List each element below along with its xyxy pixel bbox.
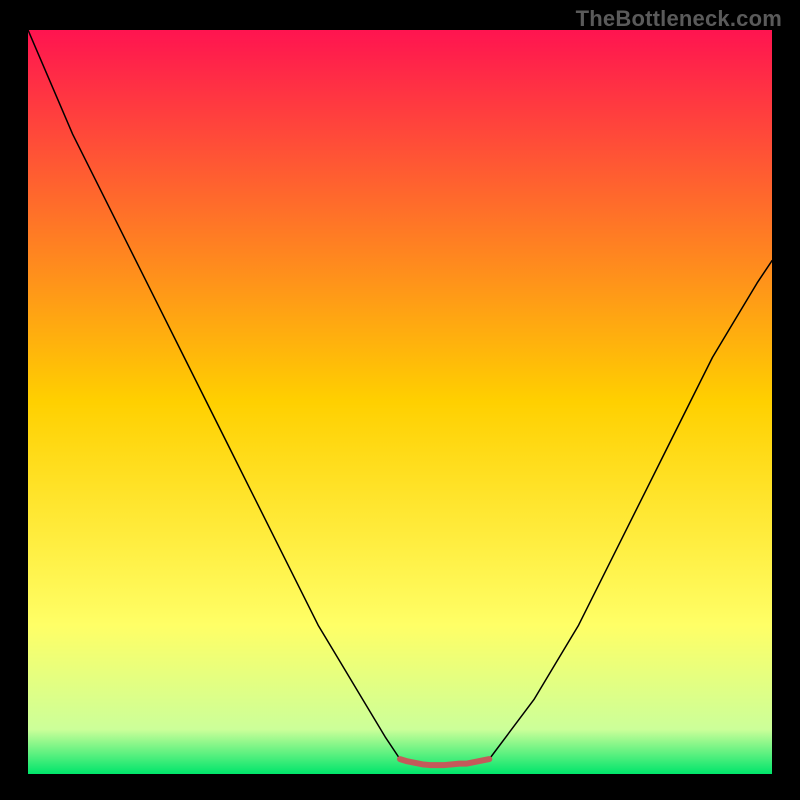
chart-frame: TheBottleneck.com (0, 0, 800, 800)
source-label: TheBottleneck.com (576, 6, 782, 32)
gradient-background (28, 30, 772, 774)
plot-area (28, 30, 772, 774)
chart-svg (28, 30, 772, 774)
